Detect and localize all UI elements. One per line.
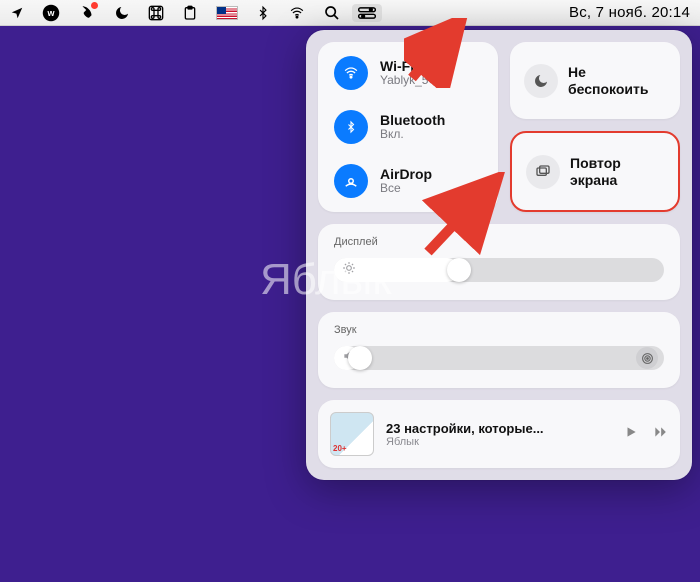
bluetooth-toggle[interactable]: Bluetooth Вкл. — [334, 110, 482, 144]
display-card: Дисплей — [318, 224, 680, 300]
airdrop-title: AirDrop — [380, 166, 432, 182]
wifi-icon[interactable] — [288, 6, 306, 20]
sound-title: Звук — [334, 324, 664, 336]
now-playing-card[interactable]: 23 настройки, которые... Яблык — [318, 400, 680, 468]
display-slider[interactable] — [334, 258, 664, 282]
location-icon[interactable] — [10, 6, 24, 20]
moon-icon — [524, 64, 558, 98]
now-playing-title: 23 настройки, которые... — [386, 421, 612, 436]
display-title: Дисплей — [334, 236, 664, 248]
cc-top-row: Wi-Fi Yablyk_5G Bluetooth Вкл. AirDrop — [318, 42, 680, 212]
command-icon[interactable] — [148, 5, 164, 21]
wifi-toggle[interactable]: Wi-Fi Yablyk_5G — [334, 56, 482, 90]
viber-icon[interactable] — [78, 4, 96, 22]
display-thumb[interactable] — [447, 258, 471, 282]
dnd-tile[interactable]: Не беспокоить — [510, 42, 680, 119]
control-center: Wi-Fi Yablyk_5G Bluetooth Вкл. AirDrop — [306, 30, 692, 480]
wifi-icon — [334, 56, 368, 90]
sound-slider[interactable] — [334, 346, 664, 370]
bluetooth-icon — [334, 110, 368, 144]
dnd-label: Не беспокоить — [568, 64, 649, 98]
wifi-title: Wi-Fi — [380, 58, 438, 74]
now-playing-source: Яблык — [386, 436, 612, 448]
airdrop-sub: Все — [380, 182, 432, 196]
sound-thumb[interactable] — [348, 346, 372, 370]
next-track-icon[interactable] — [652, 425, 668, 444]
svg-text:w: w — [46, 8, 55, 18]
sound-card: Звук — [318, 312, 680, 388]
screen-mirroring-tile[interactable]: Повтор экрана — [510, 131, 680, 212]
sun-icon — [342, 261, 356, 280]
bluetooth-title: Bluetooth — [380, 112, 445, 128]
spotlight-icon[interactable] — [324, 5, 340, 21]
bluetooth-sub: Вкл. — [380, 128, 445, 142]
airdrop-icon — [334, 164, 368, 198]
cc-side-column: Не беспокоить Повтор экрана — [510, 42, 680, 212]
bluetooth-icon[interactable] — [256, 5, 270, 21]
airplay-audio-icon[interactable] — [636, 347, 658, 369]
input-flag-icon[interactable] — [216, 6, 238, 20]
screen-mirror-label: Повтор экрана — [570, 155, 621, 189]
vk-icon[interactable]: w — [42, 4, 60, 22]
now-playing-controls — [624, 425, 668, 444]
wifi-sub: Yablyk_5G — [380, 74, 438, 88]
control-center-icon[interactable] — [352, 4, 382, 22]
airdrop-toggle[interactable]: AirDrop Все — [334, 164, 482, 198]
menubar: w Вс, 7 нояб. 20:14 — [0, 0, 700, 26]
connectivity-card: Wi-Fi Yablyk_5G Bluetooth Вкл. AirDrop — [318, 42, 498, 212]
play-icon[interactable] — [624, 425, 638, 444]
clipboard-icon[interactable] — [182, 5, 198, 21]
now-playing-artwork — [330, 412, 374, 456]
dnd-moon-icon[interactable] — [114, 5, 130, 21]
clock[interactable]: Вс, 7 нояб. 20:14 — [569, 4, 690, 21]
screen-mirror-icon — [526, 155, 560, 189]
